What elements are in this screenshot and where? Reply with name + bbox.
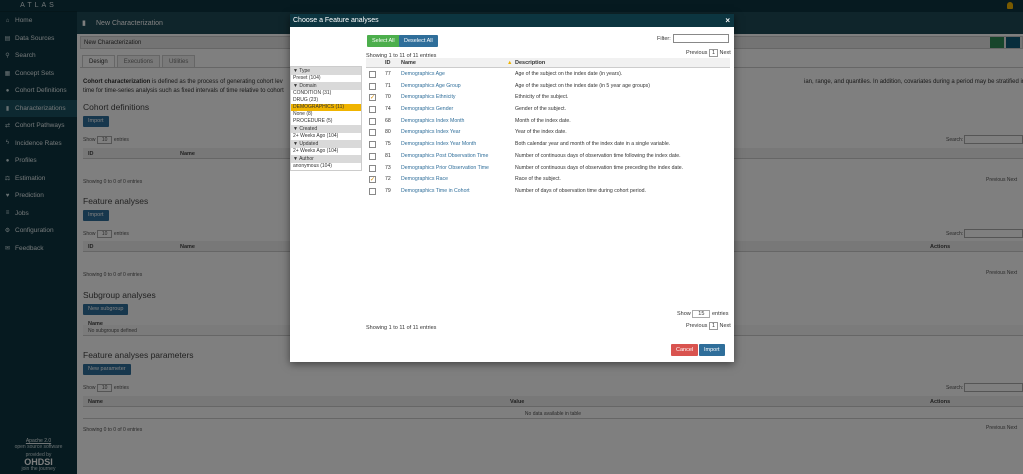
facet-item[interactable]: 2+ Weeks Ago (104) bbox=[291, 133, 361, 140]
page-1[interactable]: 1 bbox=[708, 322, 718, 330]
next-link[interactable]: Next bbox=[720, 323, 731, 329]
row-description: Age of the subject on the index date (in… bbox=[515, 71, 623, 77]
modal-header: Choose a Feature analyses × bbox=[290, 14, 734, 27]
row-description: Gender of the subject. bbox=[515, 106, 567, 113]
sort-asc-icon: ▲ bbox=[507, 60, 513, 66]
row-id: 68 bbox=[385, 117, 391, 124]
facet-item[interactable]: DRUG (23) bbox=[291, 97, 361, 104]
row-checkbox[interactable] bbox=[369, 71, 376, 78]
facet-header[interactable]: ▼ Author bbox=[291, 155, 361, 163]
modal-title: Choose a Feature analyses bbox=[293, 17, 379, 24]
facet-panel: ▼ Type Preset (104) ▼ Domain CONDITION (31)… bbox=[290, 66, 362, 171]
feature-grid: ID Name ▲ Description 77 Demographics Age… bbox=[366, 58, 730, 197]
row-name-link[interactable]: Demographics Post Observation Time bbox=[401, 153, 488, 159]
table-row[interactable]: 73 Demographics Prior Observation Time Num… bbox=[366, 162, 730, 174]
row-checkbox[interactable] bbox=[369, 141, 376, 149]
next-link[interactable]: Next bbox=[720, 50, 731, 56]
close-icon[interactable]: × bbox=[725, 14, 730, 27]
table-row[interactable]: 80 Demographics Index Year Year of the ind… bbox=[366, 126, 730, 138]
col-name[interactable]: Name bbox=[401, 60, 416, 66]
filter-label: Filter: bbox=[657, 36, 671, 42]
facet-header[interactable]: ▼ Type bbox=[291, 67, 361, 75]
pager-top[interactable]: Previous 1 Next bbox=[686, 49, 731, 57]
row-id: 72 bbox=[385, 176, 391, 183]
page-1[interactable]: 1 bbox=[708, 49, 718, 57]
filter-input[interactable] bbox=[673, 34, 729, 43]
row-description: Number of continuous days of observation… bbox=[515, 164, 684, 171]
row-id: 81 bbox=[385, 152, 391, 159]
row-description: Year of the index date. bbox=[515, 129, 567, 136]
facet-item[interactable]: 2+ Weeks Ago (104) bbox=[291, 148, 361, 155]
table-row[interactable]: 68 Demographics Index Month Month of the i… bbox=[366, 115, 730, 127]
row-name-link[interactable]: Demographics Age Group bbox=[401, 83, 461, 89]
show-entries: Show 15 entries bbox=[677, 310, 729, 318]
facet-item[interactable]: PROCEDURE (5) bbox=[291, 118, 361, 125]
row-checkbox[interactable] bbox=[369, 129, 376, 137]
row-description: Number of days of observation time durin… bbox=[515, 187, 646, 194]
facet-item[interactable]: CONDITION (31) bbox=[291, 90, 361, 97]
select-all-button[interactable]: Select All bbox=[367, 35, 400, 47]
col-id[interactable]: ID bbox=[385, 60, 391, 66]
row-name-link[interactable]: Demographics Age bbox=[401, 71, 445, 77]
table-row[interactable]: 81 Demographics Post Observation Time Numb… bbox=[366, 150, 730, 162]
row-description: Both calendar year and month of the inde… bbox=[515, 141, 671, 148]
row-name-link[interactable]: Demographics Time in Cohort bbox=[401, 188, 470, 194]
row-name-link[interactable]: Demographics Ethnicity bbox=[401, 94, 456, 100]
row-checkbox[interactable]: ✓ bbox=[369, 176, 376, 184]
table-row[interactable]: 79 Demographics Time in Cohort Number of d… bbox=[366, 185, 730, 197]
row-name-link[interactable]: Demographics Gender bbox=[401, 106, 453, 112]
row-id: 75 bbox=[385, 141, 391, 148]
pager-bottom[interactable]: Previous 1 Next bbox=[686, 322, 731, 330]
cancel-button[interactable]: Cancel bbox=[671, 344, 699, 356]
row-checkbox[interactable] bbox=[369, 152, 376, 160]
grid-header: ID Name ▲ Description bbox=[366, 58, 730, 68]
deselect-all-button[interactable]: Deselect All bbox=[399, 35, 438, 47]
row-checkbox[interactable]: ✓ bbox=[369, 94, 376, 102]
previous-link[interactable]: Previous bbox=[686, 50, 707, 56]
facet-item[interactable]: anonymous (104) bbox=[291, 163, 361, 170]
facet-header[interactable]: ▼ Domain bbox=[291, 82, 361, 90]
row-checkbox[interactable] bbox=[369, 106, 376, 114]
row-checkbox[interactable] bbox=[369, 82, 376, 90]
facet-item[interactable]: Preset (104) bbox=[291, 75, 361, 82]
row-id: 74 bbox=[385, 106, 391, 113]
row-name-link[interactable]: Demographics Race bbox=[401, 176, 448, 182]
table-row[interactable]: 75 Demographics Index Year Month Both cale… bbox=[366, 138, 730, 150]
facet-item[interactable]: None (8) bbox=[291, 111, 361, 118]
row-checkbox[interactable] bbox=[369, 117, 376, 125]
row-id: 77 bbox=[385, 71, 391, 77]
entries-select[interactable]: 15 bbox=[692, 310, 711, 318]
table-row[interactable]: ✓ 72 Demographics Race Race of the subject. bbox=[366, 173, 730, 185]
table-row[interactable]: 71 Demographics Age Group Age of the subje… bbox=[366, 80, 730, 92]
table-row[interactable]: 77 Demographics Age Age of the subject on … bbox=[366, 68, 730, 80]
import-button[interactable]: Import bbox=[699, 344, 725, 356]
row-id: 70 bbox=[385, 94, 391, 101]
row-name-link[interactable]: Demographics Index Year bbox=[401, 129, 460, 135]
row-id: 73 bbox=[385, 164, 391, 171]
row-description: Month of the index date. bbox=[515, 117, 571, 124]
row-id: 79 bbox=[385, 187, 391, 194]
table-row[interactable]: 74 Demographics Gender Gender of the subje… bbox=[366, 103, 730, 115]
previous-link[interactable]: Previous bbox=[686, 323, 707, 329]
row-description: Number of continuous days of observation… bbox=[515, 152, 681, 159]
table-row[interactable]: ✓ 70 Demographics Ethnicity Ethnicity of th… bbox=[366, 91, 730, 103]
row-name-link[interactable]: Demographics Index Year Month bbox=[401, 141, 476, 147]
row-description: Race of the subject. bbox=[515, 176, 561, 183]
facet-header[interactable]: ▼ Updated bbox=[291, 140, 361, 148]
row-description: Ethnicity of the subject. bbox=[515, 94, 569, 101]
row-id: 71 bbox=[385, 82, 391, 89]
feature-analyses-modal: Choose a Feature analyses × Select All D… bbox=[290, 14, 734, 362]
col-description[interactable]: Description bbox=[515, 60, 545, 66]
row-id: 80 bbox=[385, 129, 391, 136]
row-name-link[interactable]: Demographics Index Month bbox=[401, 118, 464, 124]
row-name-link[interactable]: Demographics Prior Observation Time bbox=[401, 165, 489, 171]
row-description: Age of the subject on the index date (in… bbox=[515, 82, 650, 89]
facet-item[interactable]: DEMOGRAPHICS (11) bbox=[291, 104, 361, 111]
row-checkbox[interactable] bbox=[369, 187, 376, 195]
row-checkbox[interactable] bbox=[369, 164, 376, 172]
facet-header[interactable]: ▼ Created bbox=[291, 125, 361, 133]
showing-bottom: Showing 1 to 11 of 11 entries bbox=[366, 325, 437, 331]
